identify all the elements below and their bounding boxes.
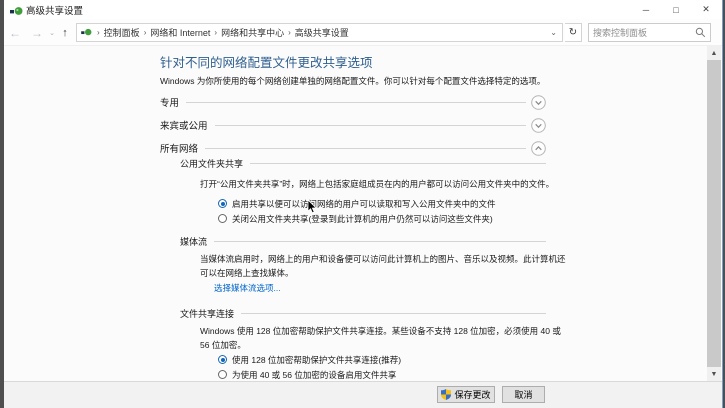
uac-shield-icon [441, 389, 451, 400]
breadcrumb-network-and-internet[interactable]: 网络和 Internet [150, 26, 210, 39]
divider-line [214, 241, 546, 242]
footer-bar: 保存更改 取消 [4, 381, 722, 408]
window-title: 高级共享设置 [26, 3, 83, 17]
minimize-button[interactable]: ─ [631, 0, 661, 19]
profile-private-label: 专用 [160, 95, 186, 109]
file-sharing-connections-title: 文件共享连接 [180, 307, 241, 320]
radio-public-folder-off[interactable]: 关闭公用文件夹共享(登录到此计算机的用户仍然可以访问这些文件夹) [218, 212, 493, 225]
radio-public-folder-off-label[interactable]: 关闭公用文件夹共享(登录到此计算机的用户仍然可以访问这些文件夹) [232, 213, 493, 225]
scrollbar-up-icon[interactable]: ▲ [707, 46, 721, 60]
save-changes-label: 保存更改 [454, 388, 490, 401]
scrollbar-down-icon[interactable]: ▼ [707, 367, 721, 381]
profile-guest-public-label: 来宾或公用 [160, 118, 215, 132]
breadcrumb-separator: › [93, 28, 104, 37]
divider-line [205, 148, 526, 149]
choose-media-streaming-options-link[interactable]: 选择媒体流选项... [214, 282, 281, 294]
advanced-sharing-settings-window: 高级共享设置 ─ □ ✕ ← → ⌄ ↑ › 控制面板 › 网络和 Intern… [4, 0, 723, 408]
chevron-down-icon[interactable] [531, 118, 546, 133]
profile-all-networks-label: 所有网络 [160, 141, 205, 155]
address-dropdown-icon[interactable]: ⌄ [547, 28, 560, 37]
profile-all-networks-header[interactable]: 所有网络 [160, 140, 546, 156]
toolbar: ← → ⌄ ↑ › 控制面板 › 网络和 Internet › 网络和共享中心 … [4, 19, 722, 46]
maximize-button[interactable]: □ [661, 0, 691, 19]
breadcrumb: › 控制面板 › 网络和 Internet › 网络和共享中心 › 高级共享设置 [93, 26, 547, 39]
section-media-streaming: 媒体流 [180, 234, 546, 248]
breadcrumb-separator: › [284, 28, 295, 37]
radio-encryption-128[interactable]: 使用 128 位加密帮助保护文件共享连接(推荐) [218, 353, 401, 366]
radio-encryption-40-56[interactable]: 为使用 40 或 56 位加密的设备启用文件共享 [218, 368, 396, 381]
radio-unselected-icon[interactable] [218, 214, 227, 223]
section-public-folder-sharing: 公用文件夹共享 [180, 156, 546, 170]
search-icon[interactable] [695, 27, 706, 38]
breadcrumb-separator: › [210, 28, 221, 37]
save-changes-button[interactable]: 保存更改 [437, 386, 495, 403]
breadcrumb-advanced-sharing[interactable]: 高级共享设置 [295, 26, 349, 39]
close-button[interactable]: ✕ [691, 0, 721, 19]
file-sharing-connections-description: Windows 使用 128 位加密帮助保护文件共享连接。某些设备不支持 128… [200, 325, 561, 352]
media-streaming-description-line1: 当媒体流启用时，网络上的用户和设备便可以访问此计算机上的图片、音乐以及视频。此计… [200, 253, 566, 267]
back-button[interactable]: ← [4, 22, 26, 43]
radio-encryption-40-56-label[interactable]: 为使用 40 或 56 位加密的设备启用文件共享 [232, 369, 396, 381]
radio-encryption-128-label[interactable]: 使用 128 位加密帮助保护文件共享连接(推荐) [232, 354, 401, 366]
search-input[interactable] [593, 28, 695, 38]
section-file-sharing-connections: 文件共享连接 [180, 306, 546, 320]
divider-line [186, 102, 526, 103]
up-button[interactable]: ↑ [56, 22, 74, 43]
forward-button[interactable]: → [26, 22, 48, 43]
settings-content: 针对不同的网络配置文件更改共享选项 Windows 为你所使用的每个网络创建单独… [4, 46, 722, 381]
divider-line [215, 125, 526, 126]
radio-selected-icon[interactable] [218, 355, 227, 364]
chevron-up-icon[interactable] [531, 141, 546, 156]
fsc-description-line2: 56 位加密。 [200, 339, 561, 353]
radio-selected-icon[interactable] [218, 199, 227, 208]
radio-public-folder-on[interactable]: 启用共享以便可以访问网络的用户可以读取和写入公用文件夹中的文件 [218, 197, 496, 210]
vertical-scrollbar[interactable]: ▲ ▼ [707, 46, 721, 381]
media-streaming-description: 当媒体流启用时，网络上的用户和设备便可以访问此计算机上的图片、音乐以及视频。此计… [200, 253, 566, 280]
profile-guest-public-header[interactable]: 来宾或公用 [160, 117, 546, 133]
page-title: 针对不同的网络配置文件更改共享选项 [160, 52, 373, 71]
address-bar[interactable]: › 控制面板 › 网络和 Internet › 网络和共享中心 › 高级共享设置… [76, 23, 563, 42]
page-intro-text: Windows 为你所使用的每个网络创建单独的网络配置文件。你可以针对每个配置文… [160, 75, 545, 87]
fsc-description-line1: Windows 使用 128 位加密帮助保护文件共享连接。某些设备不支持 128… [200, 325, 561, 339]
title-bar: 高级共享设置 ─ □ ✕ [4, 0, 722, 19]
public-folder-sharing-description: 打开“公用文件夹共享”时，网络上包括家庭组成员在内的用户都可以访问公用文件夹中的… [200, 178, 554, 192]
address-network-sharing-icon [81, 28, 92, 37]
search-box [588, 23, 711, 42]
breadcrumb-separator: › [140, 28, 151, 37]
scrollbar-thumb[interactable] [707, 60, 721, 367]
breadcrumb-network-sharing-center[interactable]: 网络和共享中心 [221, 26, 284, 39]
window-controls: ─ □ ✕ [631, 0, 721, 19]
divider-line [250, 163, 546, 164]
profile-private-header[interactable]: 专用 [160, 94, 546, 110]
public-folder-sharing-title: 公用文件夹共享 [180, 157, 250, 170]
divider-line [241, 313, 546, 314]
cancel-label: 取消 [514, 388, 532, 401]
radio-unselected-icon[interactable] [218, 370, 227, 379]
cancel-button[interactable]: 取消 [502, 386, 545, 403]
media-streaming-title: 媒体流 [180, 235, 214, 248]
breadcrumb-control-panel[interactable]: 控制面板 [104, 26, 140, 39]
refresh-button[interactable]: ↻ [565, 23, 582, 42]
radio-public-folder-on-label[interactable]: 启用共享以便可以访问网络的用户可以读取和写入公用文件夹中的文件 [232, 198, 496, 210]
media-streaming-description-line2: 可以在网络上查找媒体。 [200, 267, 566, 281]
chevron-down-icon[interactable] [531, 95, 546, 110]
